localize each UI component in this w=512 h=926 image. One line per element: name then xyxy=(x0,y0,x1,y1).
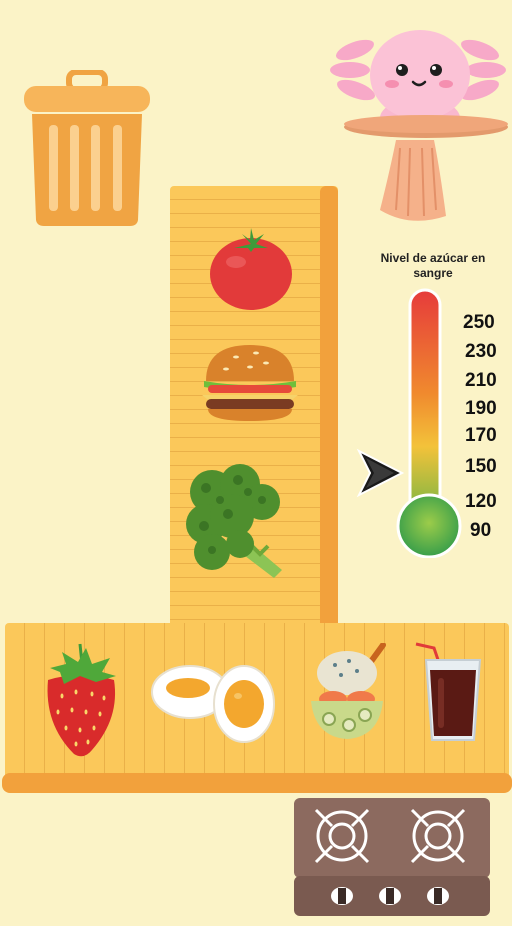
tick-230: 230 xyxy=(465,341,497,362)
blood-sugar-thermometer xyxy=(395,288,465,559)
tomato-icon[interactable] xyxy=(206,226,296,312)
boiled-egg-icon[interactable] xyxy=(150,660,278,744)
level-pointer-arrow-icon xyxy=(356,448,406,498)
tick-170: 170 xyxy=(465,425,497,446)
broccoli-icon[interactable] xyxy=(182,462,294,580)
salad-bowl-icon[interactable] xyxy=(305,642,389,743)
cola-glass-icon[interactable] xyxy=(412,640,490,746)
burger-icon[interactable] xyxy=(196,343,304,425)
thermometer-title: Nivel de azúcar en sangre xyxy=(380,251,486,280)
tick-190: 190 xyxy=(465,398,497,419)
strawberry-icon[interactable] xyxy=(40,642,120,760)
trash-can-icon[interactable] xyxy=(24,69,150,228)
stove-icon[interactable] xyxy=(292,796,492,918)
horizontal-tray-rail xyxy=(2,773,512,793)
tick-150: 150 xyxy=(465,456,497,477)
tick-210: 210 xyxy=(465,370,497,391)
axolotl-character xyxy=(330,20,510,230)
tick-120: 120 xyxy=(465,491,497,512)
tick-90: 90 xyxy=(470,520,492,541)
vertical-tray-rail xyxy=(320,186,338,631)
tick-250: 250 xyxy=(463,312,495,333)
